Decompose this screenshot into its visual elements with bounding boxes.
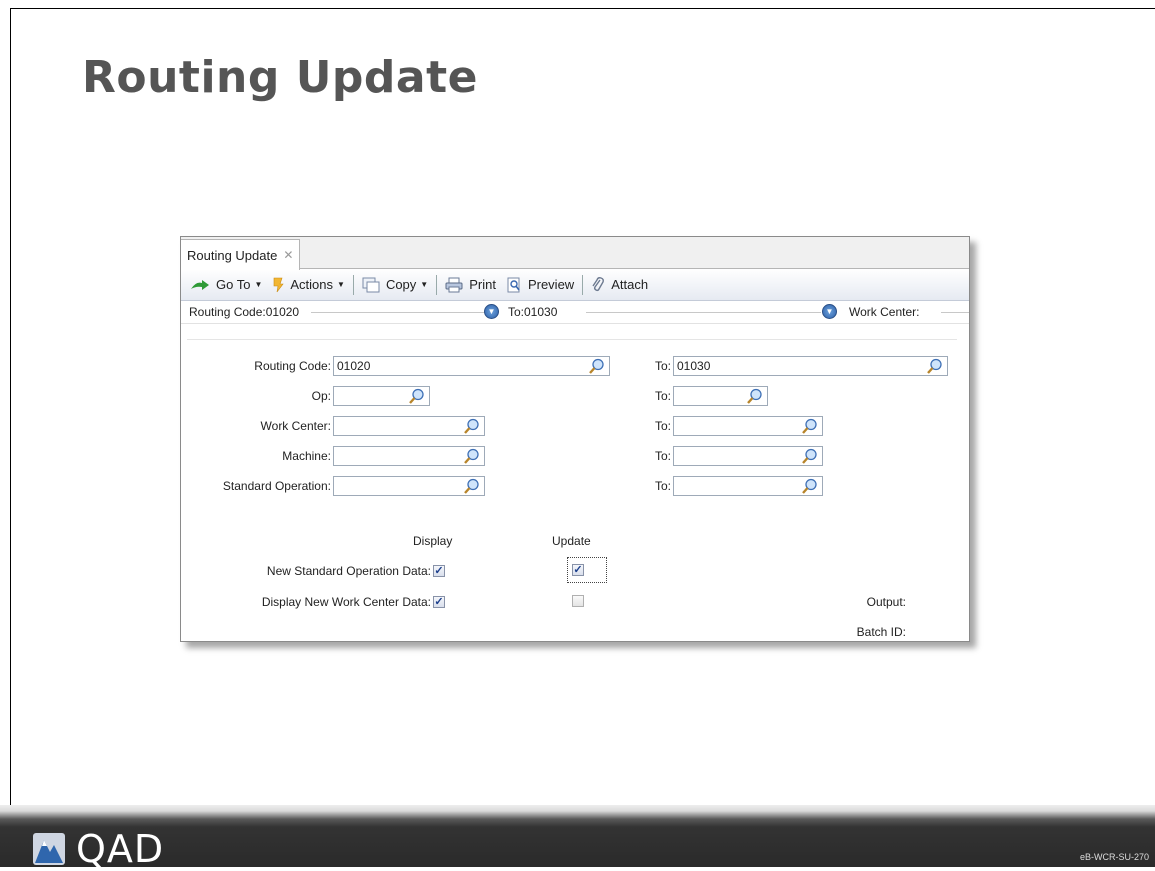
summary-line (311, 312, 486, 313)
print-button[interactable]: Print (440, 277, 501, 293)
output-label: Output: (866, 595, 906, 609)
slide-title: Routing Update (82, 52, 478, 103)
expand-circle-icon[interactable]: ▼ (484, 304, 499, 319)
standard-operation-label: Standard Operation: (222, 479, 331, 493)
work-center-to-input[interactable] (673, 416, 823, 436)
search-icon[interactable] (926, 358, 943, 375)
toolbar-separator (436, 274, 438, 295)
new-wc-update-checkbox[interactable]: ✓ (572, 595, 584, 607)
machine-to-input[interactable] (673, 446, 823, 466)
copy-icon (362, 277, 380, 292)
search-icon[interactable] (746, 388, 763, 405)
toolbar: Go To ▼ Actions ▼ Copy ▼ Print Preview A… (181, 269, 969, 301)
standard-operation-to-input[interactable] (673, 476, 823, 496)
search-icon[interactable] (463, 448, 480, 465)
paperclip-icon (592, 276, 605, 291)
copy-button[interactable]: Copy ▼ (357, 277, 433, 293)
search-icon[interactable] (801, 478, 818, 495)
search-icon[interactable] (588, 358, 605, 375)
routing-update-window: Routing Update ✕ Go To ▼ Actions ▼ Copy … (180, 236, 970, 642)
summary-bar: Routing Code:01020 ▼ To:01030 ▼ Work Cen… (181, 301, 969, 324)
dropdown-arrow-icon: ▼ (254, 280, 263, 289)
dropdown-arrow-icon: ▼ (420, 280, 429, 289)
toolbar-separator (582, 274, 584, 295)
search-icon[interactable] (801, 418, 818, 435)
slide-code: eB-WCR-SU-270 (1079, 852, 1149, 862)
preview-button[interactable]: Preview (501, 277, 579, 293)
new-standard-operation-data-label: New Standard Operation Data: (266, 564, 431, 578)
preview-icon (507, 277, 520, 292)
summary-line (941, 312, 969, 313)
actions-icon (274, 277, 284, 292)
work-center-input[interactable] (333, 416, 485, 436)
routing-code-to-label: To: (654, 359, 671, 373)
op-to-label: To: (654, 389, 671, 403)
machine-input[interactable] (333, 446, 485, 466)
logo-text: QAD (76, 827, 165, 871)
summary-line (586, 312, 821, 313)
op-input[interactable] (333, 386, 430, 406)
work-center-to-label: To: (654, 419, 671, 433)
tab-label: Routing Update (187, 247, 278, 263)
work-center-label: Work Center: (260, 419, 331, 433)
machine-to-label: To: (654, 449, 671, 463)
op-label: Op: (311, 389, 331, 403)
actions-button[interactable]: Actions ▼ (267, 277, 350, 293)
display-new-work-center-data-label: Display New Work Center Data: (261, 595, 431, 609)
summary-to: To:01030 (504, 305, 562, 319)
search-icon[interactable] (408, 388, 425, 405)
new-std-op-update-checkbox[interactable]: ✓ (572, 564, 584, 576)
goto-button[interactable]: Go To ▼ (185, 277, 267, 292)
op-to-input[interactable] (673, 386, 768, 406)
summary-work-center: Work Center: (845, 305, 924, 319)
new-wc-display-checkbox[interactable]: ✓ (433, 596, 445, 608)
search-icon[interactable] (463, 478, 480, 495)
printer-icon (445, 277, 463, 292)
qad-logo-icon (33, 833, 65, 865)
update-column-header: Update (552, 534, 591, 548)
routing-code-label: Routing Code: (254, 359, 331, 373)
toolbar-separator (352, 274, 354, 295)
display-column-header: Display (413, 534, 453, 548)
routing-code-input[interactable]: 01020 (333, 356, 610, 376)
new-std-op-display-checkbox[interactable]: ✓ (433, 565, 445, 577)
qad-logo: QAD (32, 827, 164, 871)
section-divider (187, 339, 957, 340)
tab-bar: Routing Update ✕ (181, 237, 969, 270)
close-icon[interactable]: ✕ (283, 248, 293, 262)
dropdown-arrow-icon: ▼ (337, 280, 345, 289)
search-icon[interactable] (463, 418, 480, 435)
goto-icon (191, 279, 209, 290)
machine-label: Machine: (282, 449, 331, 463)
attach-button[interactable]: Attach (586, 276, 653, 293)
search-icon[interactable] (801, 448, 818, 465)
batch-id-label: Batch ID: (856, 625, 906, 639)
standard-operation-to-label: To: (654, 479, 671, 493)
slide-footer (0, 805, 1155, 867)
summary-routing-code: Routing Code:01020 (189, 305, 306, 319)
standard-operation-input[interactable] (333, 476, 485, 496)
tab-routing-update[interactable]: Routing Update ✕ (181, 239, 301, 270)
routing-code-to-input[interactable]: 01030 (673, 356, 948, 376)
expand-circle-icon[interactable]: ▼ (822, 304, 837, 319)
